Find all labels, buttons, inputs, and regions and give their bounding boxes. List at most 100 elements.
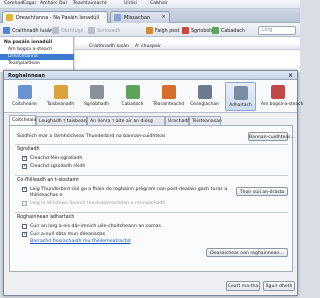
telemetry-checkbox[interactable]: ✓ bbox=[22, 232, 27, 237]
menu-message[interactable]: Teachtaireacht bbox=[73, 1, 107, 6]
folder-pane: Na pasáin ionadúil Am bogsa a-steach Dre… bbox=[0, 37, 74, 72]
inbox-icon bbox=[270, 85, 285, 99]
get-mail-icon bbox=[3, 27, 10, 34]
folder-templates[interactable]: Teamplaidean bbox=[0, 61, 74, 67]
tab-message-label: Missachan bbox=[124, 15, 151, 21]
pane-security[interactable]: Tèarainteachd bbox=[153, 82, 184, 111]
menu-edit[interactable]: Eagar bbox=[23, 1, 36, 6]
menu-bar: Comhad Eagar Amharc Dul Teachtaireacht U… bbox=[0, 0, 300, 9]
message-list-header: Craithnadh lusán A' chuspair bbox=[75, 43, 300, 50]
subtab-network[interactable]: An lìonra ⁊ àite air an diosg bbox=[87, 116, 165, 125]
main-toolbar: Craithnadh lusán Obthtugil Scriosadh Fai… bbox=[0, 23, 300, 37]
folder-account[interactable]: Na pasáin ionadúil bbox=[0, 40, 74, 46]
tag-button[interactable]: Sgrioboh bbox=[182, 25, 212, 35]
menu-view[interactable]: Amharc bbox=[40, 1, 58, 6]
advanced-icon bbox=[233, 86, 248, 100]
cancel-button[interactable]: Sguir dheth bbox=[263, 281, 295, 291]
message-icon bbox=[114, 14, 121, 21]
pane-attachments-label: Ceanglachan bbox=[190, 102, 219, 107]
subtab-certificates[interactable]: Teisteanasan bbox=[189, 116, 222, 125]
folder-drafts[interactable]: Dreachtanna bbox=[0, 54, 74, 60]
pane-inbox[interactable]: Am bogsa-a-steach bbox=[261, 82, 303, 111]
menu-help[interactable]: Cabhair bbox=[150, 1, 168, 6]
preference-panes: Coitcheann Taisbeanadh Sgrìobhadh Cabada… bbox=[4, 80, 303, 113]
autoscroll-checkbox[interactable]: ✓ bbox=[22, 156, 27, 161]
check-default-label: Leig Thunderbird siùl gu a fhàin do rogh… bbox=[30, 187, 228, 192]
pane-advanced-label: Adhartach bbox=[229, 103, 252, 108]
tab-drafts[interactable]: Dreachtanna - Na Pasáin Ionadúil bbox=[2, 11, 108, 23]
folder-inbox[interactable]: Am bogsa a-steach bbox=[0, 47, 74, 53]
pane-general[interactable]: Coitcheann bbox=[9, 82, 40, 111]
folder-templates-label: Teamplaidean bbox=[8, 61, 40, 66]
dialog-titlebar: Roghainnean × bbox=[4, 71, 297, 80]
folder-account-label: Na pasáin ionadúil bbox=[4, 40, 53, 45]
system-integration-header: Co-fhilleadh an t-siostaim bbox=[17, 178, 79, 183]
windows-search-label: Leig le Windows Search teachdaireachdan … bbox=[30, 201, 166, 206]
pane-display-label: Taisbeanadh bbox=[46, 102, 75, 107]
delete-icon bbox=[88, 27, 95, 34]
menu-tools[interactable]: Uirlisí bbox=[124, 1, 137, 6]
folder-inbox-label: Am bogsa a-steach bbox=[8, 47, 53, 52]
pane-advanced[interactable]: Adhartach bbox=[225, 82, 256, 111]
ok-button[interactable]: Ceart ma-tha bbox=[226, 281, 260, 291]
pane-general-label: Coitcheann bbox=[12, 102, 37, 107]
column-subject[interactable]: A' chuspair bbox=[135, 44, 161, 49]
menu-go[interactable]: Dul bbox=[59, 1, 67, 6]
divider bbox=[15, 175, 288, 176]
delete-label: Scriosadh bbox=[97, 29, 121, 34]
write-label: Obthtugil bbox=[61, 29, 84, 34]
display-icon bbox=[53, 85, 68, 99]
chat-button[interactable]: Cabadach bbox=[212, 25, 245, 35]
telemetry-label: Cuir a-null dàta mun dìleanadas bbox=[30, 232, 106, 237]
security-icon bbox=[161, 85, 176, 99]
telemetry-link[interactable]: Barrachd fiosrachaidh mu thèilemeatrachd bbox=[30, 239, 131, 244]
address-book-label: Faigh post bbox=[155, 29, 180, 34]
check-default-label-cont: thòiseachas e bbox=[30, 193, 63, 198]
subtab-general[interactable]: Coitcheann bbox=[9, 115, 38, 125]
tab-message[interactable]: Missachan × bbox=[110, 11, 170, 23]
search-input[interactable]: Lorg bbox=[258, 25, 296, 35]
folder-drafts-label: Dreachtanna bbox=[8, 54, 38, 59]
compose-icon bbox=[89, 85, 104, 99]
get-mail-button[interactable]: Craithnadh lusán bbox=[3, 25, 53, 35]
advanced-subtabs: Coitcheann Leughadh ⁊ taisbeanadh An lìo… bbox=[9, 115, 294, 125]
delete-button[interactable]: Scriosadh bbox=[88, 25, 120, 35]
config-editor-button[interactable]: Deasaichear nan roghainnean… bbox=[206, 248, 288, 257]
default-client-button[interactable]: Bannan-cuidhteas… bbox=[248, 132, 295, 141]
column-sender[interactable]: Craithnadh lusán bbox=[89, 44, 129, 49]
autoscroll-label: Cleachd fèin-sgrolladh bbox=[30, 156, 83, 161]
attachments-icon bbox=[197, 85, 212, 99]
pane-chat-label: Cabadach bbox=[121, 102, 144, 107]
global-search-label: Cuir an lorg a-nis dàr-imnich uile-choit… bbox=[30, 224, 161, 229]
close-icon[interactable]: × bbox=[162, 14, 166, 20]
write-button[interactable]: Obthtugil bbox=[52, 25, 83, 35]
windows-search-checkbox[interactable] bbox=[22, 201, 27, 206]
chat-icon bbox=[125, 85, 140, 99]
tag-icon bbox=[182, 27, 189, 34]
pane-security-label: Tèarainteachd bbox=[153, 102, 185, 107]
pane-compose[interactable]: Sgrìobhadh bbox=[81, 82, 112, 111]
pane-attachments[interactable]: Ceanglachan bbox=[189, 82, 220, 111]
search-placeholder: Lorg bbox=[262, 28, 273, 33]
global-search-checkbox[interactable] bbox=[22, 224, 27, 229]
chat-icon bbox=[212, 27, 219, 34]
smooth-scroll-checkbox[interactable]: ✓ bbox=[22, 164, 27, 169]
advanced-config-header: Roghainnean adhartach bbox=[17, 215, 75, 220]
check-now-button[interactable]: Thoir sùil an-dràsta bbox=[236, 187, 288, 196]
menu-file[interactable]: Comhad bbox=[4, 1, 23, 6]
general-icon bbox=[17, 85, 32, 99]
scrolling-header: Sgrolladh bbox=[17, 147, 40, 152]
default-client-text: Suidhich mar a làimhsicheas Thunderbird … bbox=[17, 134, 166, 139]
dialog-title: Roghainnean bbox=[8, 72, 45, 79]
smooth-scroll-label: Cleachd sgrolladh rèidh bbox=[30, 164, 86, 169]
general-panel: Suidhich mar a làimhsicheas Thunderbird … bbox=[9, 125, 295, 272]
pane-display[interactable]: Taisbeanadh bbox=[45, 82, 76, 111]
subtab-update[interactable]: Ùrachadh bbox=[165, 116, 190, 125]
pane-chat[interactable]: Cabadach bbox=[117, 82, 148, 111]
subtab-reading[interactable]: Leughadh ⁊ taisbeanadh bbox=[36, 116, 95, 125]
address-book-button[interactable]: Faigh post bbox=[146, 25, 180, 35]
divider bbox=[15, 212, 288, 213]
check-default-checkbox[interactable]: ✓ bbox=[22, 187, 27, 192]
tag-label: Sgrioboh bbox=[191, 29, 213, 34]
dialog-close-button[interactable]: × bbox=[288, 72, 293, 79]
